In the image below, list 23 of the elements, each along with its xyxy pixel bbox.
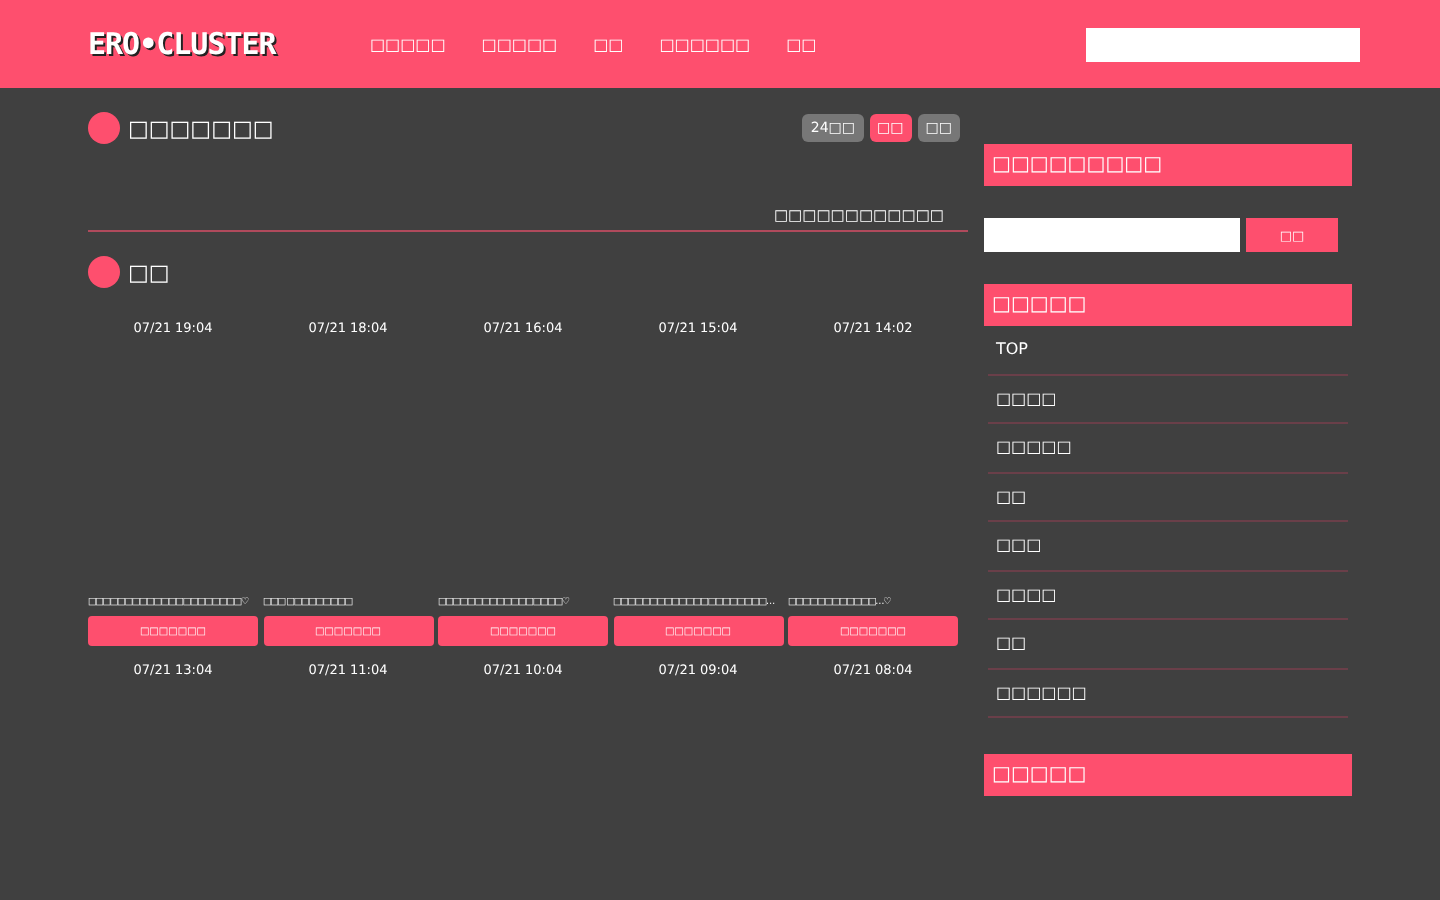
- menu-item[interactable]: □□: [988, 473, 1348, 522]
- section-title: □□□□□□□: [128, 115, 274, 141]
- nav-link[interactable]: □□□□□□: [641, 35, 769, 53]
- menu-item[interactable]: □□□□□□: [988, 669, 1348, 718]
- nav-link[interactable]: □□□□□: [352, 35, 464, 53]
- menu-item[interactable]: TOP: [988, 326, 1348, 375]
- section-title: □□: [128, 259, 170, 285]
- search-field[interactable]: [984, 218, 1240, 252]
- nav-link[interactable]: □□□□□: [463, 35, 576, 53]
- search-field[interactable]: [1086, 27, 1360, 61]
- menu-item[interactable]: □□: [988, 620, 1348, 669]
- bullet-icon: [88, 256, 120, 288]
- widget-title: □□□□□: [984, 284, 1352, 326]
- widget-title: □□□□□: [984, 754, 1352, 796]
- nav-link[interactable]: □□: [768, 35, 835, 53]
- menu-item[interactable]: □□□: [988, 522, 1348, 571]
- bullet-icon: [88, 112, 120, 144]
- menu-item[interactable]: □□□□□: [988, 424, 1348, 473]
- nav-link[interactable]: □□: [575, 35, 642, 53]
- menu-item[interactable]: □□□□: [988, 375, 1348, 424]
- menu-item[interactable]: □□□□: [988, 571, 1348, 620]
- site-logo[interactable]: ERO•CLUSTER: [88, 26, 352, 62]
- widget-title: □□□□□□□□□: [984, 144, 1352, 186]
